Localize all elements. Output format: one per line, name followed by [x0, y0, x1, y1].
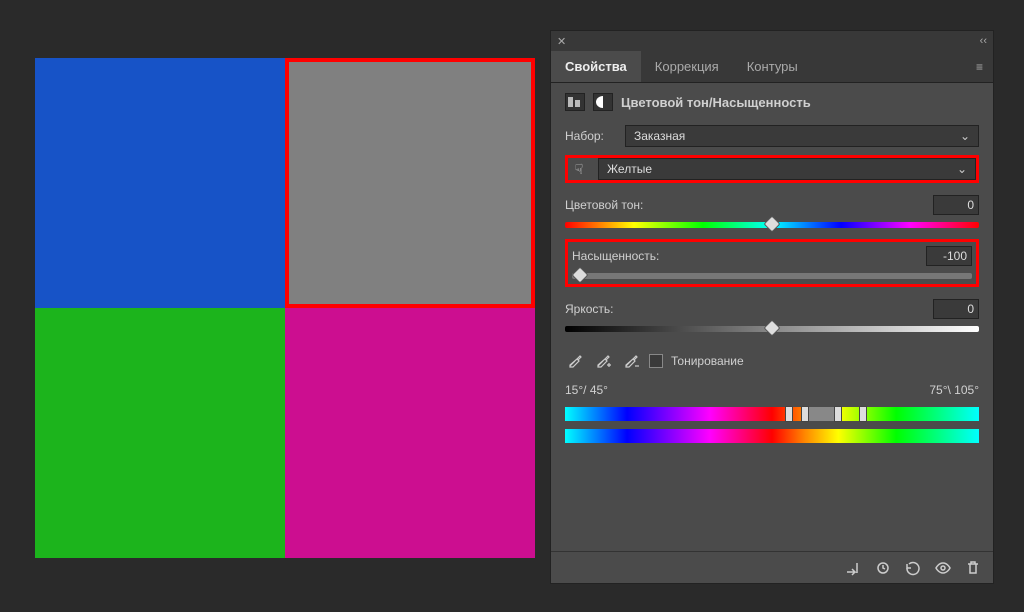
layer-mask-icon [593, 93, 613, 111]
hue-value-input[interactable] [933, 195, 979, 215]
reset-icon[interactable] [905, 560, 921, 576]
preset-row: Набор: Заказная [565, 125, 979, 147]
collapse-icon[interactable]: ‹‹ [980, 35, 987, 47]
hue-range-labels: 15°/ 45° 75°\ 105° [565, 383, 979, 397]
lightness-value-input[interactable] [933, 299, 979, 319]
range-marker-3[interactable] [834, 406, 842, 422]
channel-row-highlighted: ☟ Желтые [565, 155, 979, 183]
adjustment-header: Цветовой тон/Насыщенность [565, 93, 979, 111]
eyedropper-row: Тонирование [565, 351, 979, 371]
tab-paths[interactable]: Контуры [733, 51, 812, 82]
preset-value: Заказная [634, 129, 685, 143]
square-magenta [285, 308, 535, 558]
trash-icon[interactable] [965, 560, 981, 576]
canvas-area [35, 58, 535, 558]
lightness-label: Яркость: [565, 302, 613, 316]
eyedropper-subtract-icon[interactable] [621, 351, 641, 371]
panel-tabs: Свойства Коррекция Контуры ≡ [551, 51, 993, 83]
hue-label: Цветовой тон: [565, 198, 643, 212]
panel-footer [551, 551, 993, 583]
lightness-block: Яркость: [565, 299, 979, 333]
range-right: 75°\ 105° [929, 383, 979, 397]
properties-panel: ✕ ‹‹ Свойства Коррекция Контуры ≡ Цветов… [550, 30, 994, 584]
panel-titlebar: ✕ ‹‹ [551, 31, 993, 51]
hue-slider[interactable] [565, 219, 979, 229]
hue-range-strip-top[interactable] [565, 407, 979, 421]
eyedropper-icon[interactable] [565, 351, 585, 371]
close-icon[interactable]: ✕ [557, 35, 566, 48]
hue-range-strip-bottom [565, 429, 979, 443]
toggle-visibility-icon[interactable] [935, 560, 951, 576]
adjustment-type-icon [565, 93, 585, 111]
panel-menu-icon[interactable]: ≡ [966, 60, 993, 74]
targeted-adjust-icon[interactable]: ☟ [568, 158, 590, 180]
range-left: 15°/ 45° [565, 383, 608, 397]
colorize-label: Тонирование [671, 354, 744, 368]
tab-properties[interactable]: Свойства [551, 51, 641, 82]
view-previous-state-icon[interactable] [875, 560, 891, 576]
saturation-slider[interactable] [572, 270, 972, 280]
saturation-block-highlighted: Насыщенность: [565, 239, 979, 287]
square-blue [35, 58, 285, 308]
eyedropper-add-icon[interactable] [593, 351, 613, 371]
clip-to-layer-icon[interactable] [845, 560, 861, 576]
preset-select[interactable]: Заказная [625, 125, 979, 147]
square-gray-highlighted [285, 58, 535, 308]
square-green [35, 308, 285, 558]
lightness-slider[interactable] [565, 323, 979, 333]
saturation-label: Насыщенность: [572, 249, 659, 263]
adjustment-title: Цветовой тон/Насыщенность [621, 95, 811, 110]
colorize-checkbox[interactable] [649, 354, 663, 368]
tab-correction[interactable]: Коррекция [641, 51, 733, 82]
preset-label: Набор: [565, 129, 617, 143]
saturation-value-input[interactable] [926, 246, 972, 266]
range-marker-1[interactable] [785, 406, 793, 422]
panel-body: Цветовой тон/Насыщенность Набор: Заказна… [551, 83, 993, 551]
channel-value: Желтые [607, 162, 652, 176]
hue-block: Цветовой тон: [565, 195, 979, 229]
channel-select[interactable]: Желтые [598, 158, 976, 180]
range-marker-4[interactable] [859, 406, 867, 422]
range-marker-2[interactable] [801, 406, 809, 422]
